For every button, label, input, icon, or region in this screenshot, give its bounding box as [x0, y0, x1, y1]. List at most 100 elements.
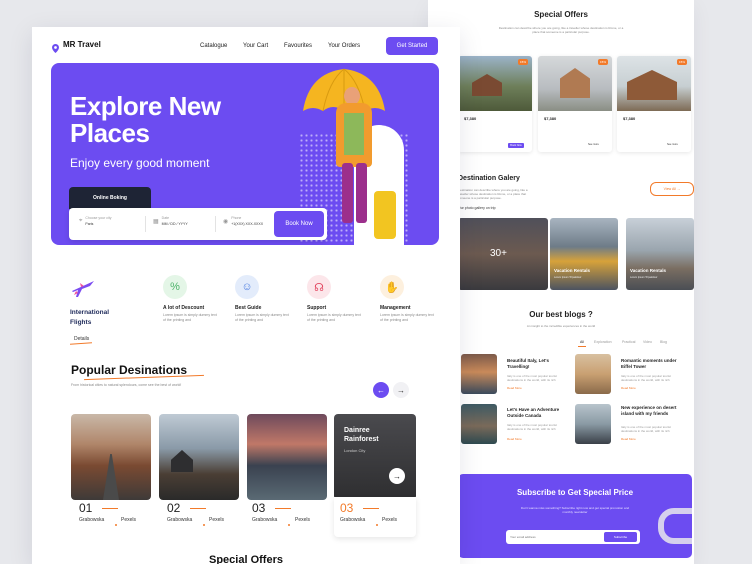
card-source: Pexels: [295, 517, 311, 523]
nav-orders[interactable]: Your Orders: [328, 43, 360, 49]
separator-dot: [288, 524, 290, 526]
arrow-right-icon: →: [393, 471, 401, 481]
phone-label: Phone: [231, 216, 242, 220]
arrow-left-icon: ←: [377, 385, 385, 395]
nav-catalogue[interactable]: Catalogue: [200, 43, 227, 49]
popular-title: Popular Desinations: [71, 363, 188, 377]
prev-arrow-button[interactable]: ←: [373, 382, 389, 398]
featured-name-line2: Rainforest: [344, 436, 379, 443]
blog-image[interactable]: [575, 404, 611, 444]
headset-icon: ☊: [307, 275, 331, 299]
gallery-tile[interactable]: 30+: [458, 218, 548, 290]
blog-title[interactable]: Let's Have an Adventure Outside Canada: [507, 407, 565, 419]
separator-dot: [203, 524, 205, 526]
hero-title: Explore New Places: [70, 93, 221, 147]
gallery-label: Vacation Rentals: [554, 268, 591, 273]
nav-cart[interactable]: Your Cart: [243, 43, 268, 49]
percent-tag-icon: %: [163, 275, 187, 299]
card-number: 02: [167, 501, 181, 515]
offer-see-more-link[interactable]: See more: [588, 143, 599, 146]
featured-sub: London City: [344, 448, 366, 453]
blog-desc: Italy is one of the most popular tourist…: [621, 374, 671, 382]
intro-line1: International: [70, 309, 110, 316]
blog-image[interactable]: [575, 354, 611, 394]
blog-title[interactable]: Beautiful Italy, Let's Travelling!: [507, 358, 565, 370]
blog-title[interactable]: New experience on desert island with my …: [621, 405, 679, 417]
gallery-tile[interactable]: Vacation Rentals Lorem Ipsum Tripadvisor: [550, 218, 618, 290]
blog-read-more[interactable]: Read More: [621, 437, 636, 441]
date-field[interactable]: ▦ Date MM / DD / YYYY: [153, 216, 188, 226]
details-underline: [69, 342, 93, 345]
separator-dot: [376, 524, 378, 526]
card-author: Grabowska: [167, 517, 193, 523]
blog-image[interactable]: [461, 354, 497, 394]
phone-value: +1(XXX) XXX-XXXX: [231, 222, 264, 226]
subscribe-button[interactable]: Subscribe: [604, 532, 637, 542]
featured-arrow-button[interactable]: →: [389, 468, 405, 484]
booking-form: ⌖ Choose your city Paris ▦ Date MM / DD / …: [69, 208, 327, 240]
gallery-count: 30+: [490, 248, 507, 259]
phone-field[interactable]: ◉ Phone +1(XXX) XXX-XXXX: [223, 216, 263, 226]
international-flights-title: International Flights: [70, 308, 109, 328]
gallery-tile[interactable]: Vacation Rentals Lorem Ipsum Tripadvisor: [626, 218, 694, 290]
featured-name-line1: Dainree: [344, 427, 370, 434]
tab-practical[interactable]: Practical: [622, 340, 635, 344]
tab-all[interactable]: All: [580, 340, 584, 344]
feature-support: ☊ Support Lorem ipsum is simply dummy te…: [307, 275, 377, 323]
offer-card[interactable]: 15% $7,380 See more: [617, 56, 691, 152]
destination-card[interactable]: [247, 414, 327, 500]
number-line: [363, 508, 379, 509]
offer-card[interactable]: 15% $7,380 See more: [538, 56, 612, 152]
feature-title: Best Guide: [235, 305, 262, 311]
popular-subtitle: From historical cities to natural splend…: [71, 383, 182, 387]
featured-destination-card[interactable]: Dainree Rainforest London City →: [334, 414, 416, 500]
nav-favourites[interactable]: Favourites: [284, 43, 312, 49]
discount-badge: 15%: [517, 59, 528, 65]
cabin-shape: [171, 450, 193, 472]
blog-title[interactable]: Romantic moments under Eiffel Tower: [621, 358, 679, 370]
subscribe-form: Subscribe: [506, 530, 640, 544]
blog-read-more[interactable]: Read More: [507, 437, 522, 441]
feature-guide: ☺ Best Guide Lorem ipsum is simply dummy…: [235, 275, 305, 323]
card-number: 03: [340, 501, 354, 515]
number-line: [275, 508, 291, 509]
tab-exploration[interactable]: Exploration: [594, 340, 612, 344]
city-field[interactable]: ⌖ Choose your city Paris: [79, 216, 111, 226]
blog-image[interactable]: [461, 404, 497, 444]
blog-read-more[interactable]: Read More: [621, 386, 636, 390]
blog-read-more[interactable]: Read More: [507, 386, 522, 390]
special-offers-heading: Special Offers: [209, 554, 283, 564]
details-link[interactable]: Details: [74, 336, 89, 342]
offer-card[interactable]: 15% $7,380 Book Now: [458, 56, 532, 152]
brand-logo[interactable]: MR Travel: [63, 40, 101, 49]
airplane-icon: [70, 277, 96, 301]
hero-title-line1: Explore New: [70, 91, 221, 121]
offer-price: $7,380: [544, 116, 557, 121]
gallery-subtitle: Destination can describe where you are g…: [458, 188, 528, 200]
offer-image: 15%: [617, 56, 691, 111]
feature-desc: Lorem ipsum is simply dummy text of the …: [235, 313, 289, 322]
traveller-leg: [342, 163, 353, 223]
gallery-sublabel: Lorem Ipsum Tripadvisor: [554, 276, 582, 279]
featured-name: Dainree Rainforest: [344, 426, 379, 444]
feature-title: A lot of Descount: [163, 305, 205, 311]
destination-card[interactable]: [159, 414, 239, 500]
get-started-button[interactable]: Get Started: [386, 37, 438, 55]
next-arrow-button[interactable]: →: [393, 382, 409, 398]
subscribe-banner: Subscribe to Get Special Price Don't wan…: [458, 474, 692, 558]
view-all-button[interactable]: View All →: [650, 182, 694, 196]
separator-dot: [115, 524, 117, 526]
email-input[interactable]: [510, 533, 600, 541]
arrow-right-icon: →: [676, 187, 681, 191]
offer-see-more-link[interactable]: See more: [667, 143, 678, 146]
booking-tab[interactable]: Online Boking: [69, 187, 151, 209]
book-now-button[interactable]: Book Now: [274, 211, 324, 237]
destination-card[interactable]: [71, 414, 151, 500]
hero-title-line2: Places: [70, 118, 150, 148]
tab-blog[interactable]: Blog: [660, 340, 667, 344]
offer-book-button[interactable]: Book Now: [508, 143, 524, 148]
tab-video[interactable]: Video: [643, 340, 652, 344]
gallery-link[interactable]: Our photo gallery on trip: [458, 206, 496, 210]
tab-indicator: [578, 346, 586, 347]
gallery-sublabel: Lorem Ipsum Tripadvisor: [630, 276, 658, 279]
